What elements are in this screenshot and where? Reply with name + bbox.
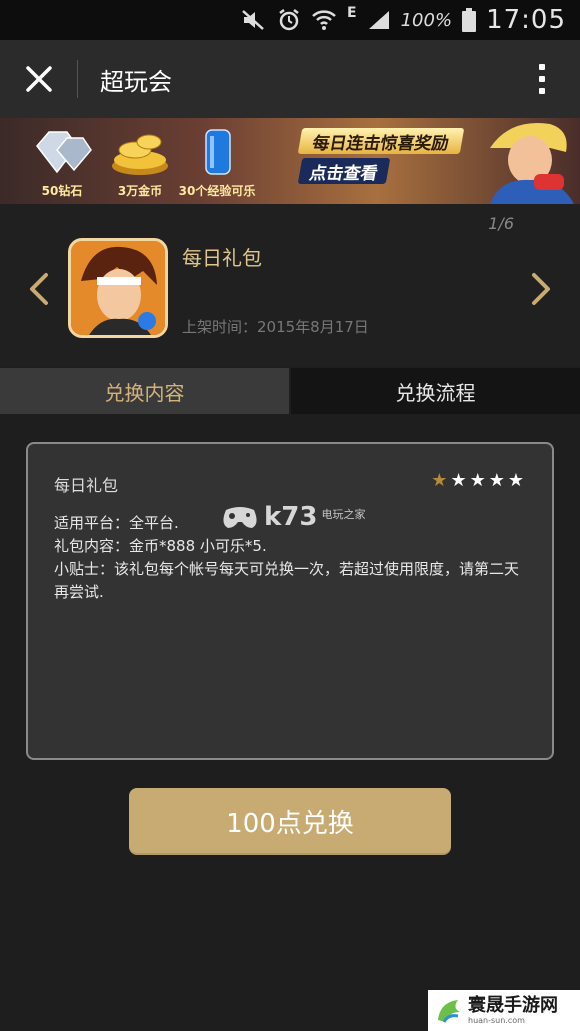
gift-details-panel: 每日礼包 ★ ★ ★ ★ ★ 适用平台：全平台. 礼包内容：金币*888 小可乐… <box>26 442 554 760</box>
gold-coin-icon <box>112 134 168 175</box>
site-logo-icon <box>438 999 460 1023</box>
gift-title: 每日礼包 <box>54 476 119 495</box>
chevron-left-icon <box>30 273 48 305</box>
battery-icon <box>462 8 477 32</box>
cola-can-icon <box>205 129 231 175</box>
star-empty-icon: ★ <box>469 470 486 491</box>
banner-prize-label: 50钻石 <box>41 184 83 198</box>
watermark-sub: 电玩之家 <box>321 508 366 521</box>
more-options-button[interactable] <box>532 58 552 100</box>
wifi-icon <box>312 10 336 30</box>
pager-indicator: 1/6 <box>488 214 514 233</box>
signal-icon <box>368 11 389 29</box>
more-dot-icon <box>539 64 545 70</box>
banner-prize-label: 30个经验可乐 <box>178 184 256 198</box>
page-title: 超玩会 <box>100 68 172 96</box>
title-bar: 超玩会 <box>0 40 580 118</box>
network-type-label: E <box>347 5 357 21</box>
clock: 17:05 <box>486 5 566 35</box>
star-filled-icon: ★ <box>431 470 448 491</box>
game-card: 1/6 每日礼包 上架时间：2015年8月17日 <box>0 204 580 367</box>
close-icon <box>26 66 52 92</box>
banner-headline: 每日连击惊喜奖励 点击查看 <box>297 128 468 184</box>
star-empty-icon: ★ <box>450 470 467 491</box>
chevron-right-icon <box>532 273 550 305</box>
banner-cta[interactable]: 点击查看 <box>297 158 391 184</box>
k73-watermark: k73 电玩之家 <box>220 502 365 532</box>
banner-prize-cola: 30个经验可乐 <box>172 126 262 198</box>
star-empty-icon: ★ <box>507 470 524 491</box>
close-button[interactable] <box>18 58 60 100</box>
banner-prize-coins: 3万金币 <box>100 126 180 198</box>
tips-line: 小贴士：该礼包每个帐号每天可兑换一次，若超过使用限度，请第二天再尝试. <box>54 560 520 601</box>
hero-character-icon <box>490 123 574 204</box>
banner-prize-label: 3万金币 <box>117 184 163 198</box>
rating-stars: ★ ★ ★ ★ ★ <box>431 472 524 490</box>
diamond-icon <box>36 131 92 174</box>
promo-banner[interactable]: 50钻石 3万金币 30个经验可乐 每日连击惊喜奖励 点击查看 <box>0 118 580 204</box>
mute-icon <box>242 10 264 30</box>
release-date: 上架时间：2015年8月17日 <box>182 318 369 336</box>
site-name: 寰晟手游网 <box>468 995 558 1016</box>
more-dot-icon <box>539 76 545 82</box>
next-button[interactable] <box>530 272 552 310</box>
alarm-icon <box>279 9 299 31</box>
gamepad-icon <box>223 507 257 528</box>
game-app-icon <box>68 238 168 338</box>
previous-button[interactable] <box>28 272 50 310</box>
title-divider <box>77 60 78 98</box>
star-empty-icon: ★ <box>488 470 505 491</box>
status-icons: E 100% 17:05 <box>241 0 566 40</box>
contents-line: 礼包内容：金币*888 小可乐*5. <box>54 537 267 555</box>
watermark-brand: k73 <box>264 502 318 532</box>
tab-bar: 兑换内容 兑换流程 <box>0 368 580 414</box>
tab-redeem-content[interactable]: 兑换内容 <box>0 368 289 414</box>
site-watermark: 寰晟手游网 huan-sun.com <box>428 990 580 1031</box>
banner-prize-diamonds: 50钻石 <box>22 126 102 198</box>
site-url: huan-sun.com <box>468 1016 525 1025</box>
game-title: 每日礼包 <box>182 246 262 270</box>
status-bar: E 100% 17:05 <box>0 0 580 40</box>
tab-redeem-process[interactable]: 兑换流程 <box>291 368 580 414</box>
redeem-button[interactable]: 100点兑换 <box>129 788 451 855</box>
banner-headline-text: 每日连击惊喜奖励 <box>297 128 465 154</box>
battery-percent: 100% <box>400 9 453 31</box>
fighter-portrait-icon <box>71 241 165 335</box>
more-dot-icon <box>539 88 545 94</box>
